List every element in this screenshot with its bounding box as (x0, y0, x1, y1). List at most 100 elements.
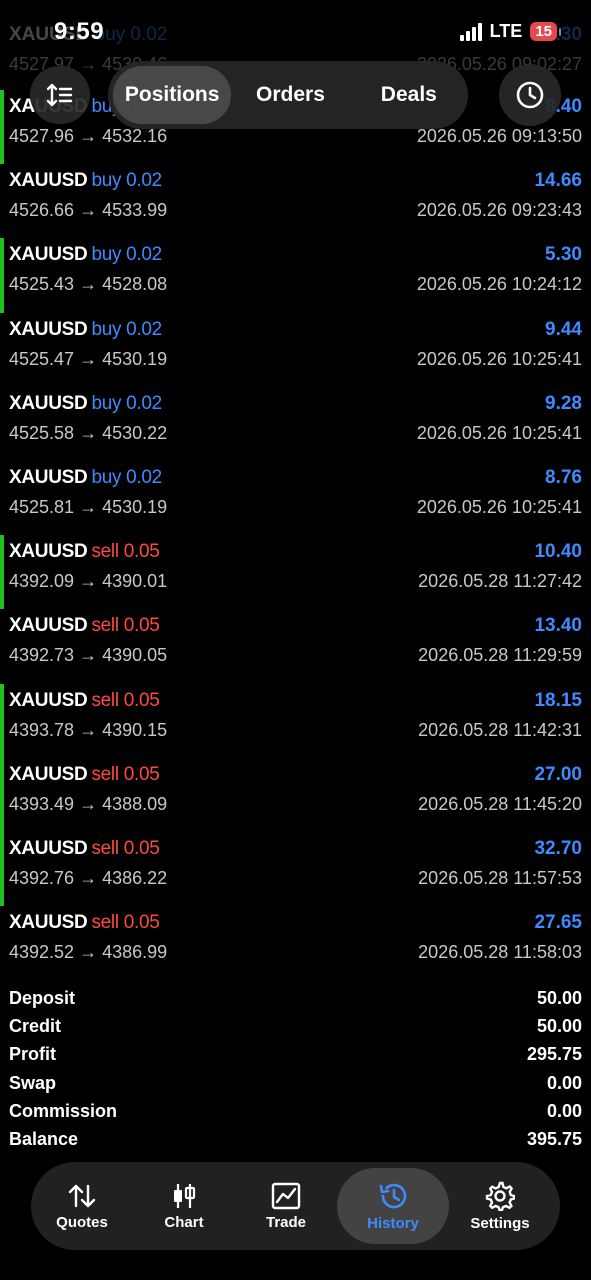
deal-side: buy 0.02 (91, 244, 162, 266)
period-button[interactable] (499, 64, 561, 126)
battery-icon: 15 (530, 22, 561, 41)
deal-date: 2026.05.28 11:42:31 (418, 719, 582, 740)
deal-side: buy 0.02 (91, 170, 162, 192)
nav-history[interactable]: History (337, 1168, 449, 1244)
deal-date: 2026.05.28 11:58:03 (418, 942, 582, 963)
deal-profit: 5.30 (545, 244, 582, 266)
nav-settings[interactable]: Settings (449, 1168, 551, 1244)
deal-prices: 4526.66 → 4533.99 (9, 200, 168, 221)
deal-symbol: XAUUSD (9, 689, 88, 711)
tab-deals[interactable]: Deals (350, 66, 468, 124)
nav-label: Settings (470, 1214, 530, 1232)
deal-row[interactable]: XAUUSD buy 0.02 9.44 4525.47 → 4530.19 2026.… (0, 313, 591, 387)
deal-prices: 4392.09 → 4390.01 (9, 571, 168, 592)
deal-symbol-line: XAUUSDbuy 0.02 (9, 319, 162, 341)
deal-symbol-line: XAUUSD sell 0.05 (9, 615, 160, 637)
tab-orders[interactable]: Orders (231, 66, 349, 124)
summary-row: Credit 50.00 (0, 1014, 591, 1042)
deal-date: 2026.05.26 10:25:41 (416, 348, 582, 369)
deal-row[interactable]: XAUUSD sell 0.05 13.40 4392.73 → 4390.05 202… (0, 609, 591, 683)
deal-prices: 4525.43 → 4528.08 (9, 274, 168, 295)
deal-profit: 27.00 (534, 763, 582, 785)
deal-profit: 27.65 (534, 912, 582, 934)
deal-symbol: XAUUSD (9, 318, 88, 340)
deal-row[interactable]: XAUUSD buy 0.02 8.76 4525.81 → 4530.19 2026.… (0, 461, 591, 535)
deal-date: 2026.05.26 09:13:50 (416, 126, 582, 146)
summary-label: Commission (9, 1100, 118, 1121)
deal-profit: 8.76 (545, 466, 582, 488)
gear-icon (485, 1181, 515, 1211)
summary-label: Profit (9, 1044, 56, 1065)
summary-row: Swap 0.00 (0, 1071, 591, 1099)
deal-side: sell 0.05 (91, 912, 160, 934)
summary-value: 395.75 (526, 1128, 582, 1149)
deal-symbol: XAUUSD (9, 541, 88, 563)
nav-label: Trade (265, 1213, 307, 1231)
summary-value: 50.00 (536, 1016, 582, 1037)
sort-button[interactable] (30, 66, 90, 124)
deal-symbol: XAUUSD (9, 615, 88, 637)
deal-prices: 4527.96 → 4532.16 (9, 126, 168, 146)
account-summary: Deposit 50.00 Credit 50.00 Profit 295.75 Swap 0… (0, 986, 591, 1155)
summary-label: Credit (9, 1016, 62, 1037)
deal-marker (0, 90, 4, 165)
summary-row: Profit 295.75 (0, 1042, 591, 1070)
nav-label: Chart (164, 1213, 204, 1231)
deal-prices: 4525.81 → 4530.19 (9, 496, 168, 517)
deal-symbol-line: XAUUSD sell 0.05 (9, 912, 160, 934)
deal-date: 2026.05.26 09:23:43 (416, 200, 582, 221)
deal-prices: 4525.47 → 4530.19 (9, 348, 168, 369)
summary-value: 0.00 (546, 1100, 582, 1121)
nav-trade[interactable]: Trade (235, 1168, 337, 1244)
deal-row[interactable]: XAUUSD buy 0.02 14.66 4526.66 → 4533.99 2026… (0, 164, 591, 238)
deal-profit: 14.66 (534, 170, 582, 192)
deal-symbol: XAUUSD (9, 392, 88, 414)
deal-profit: 13.40 (534, 615, 582, 637)
deal-side: sell 0.05 (91, 615, 160, 637)
deal-symbol: XAUUSD (9, 170, 88, 192)
nav-label: Quotes (56, 1213, 108, 1231)
deal-row[interactable]: XAUUSD sell 0.05 32.70 4392.76 → 4386.22 202… (0, 831, 591, 907)
deal-prices: 4392.73 → 4390.05 (9, 645, 168, 666)
nav-chart[interactable]: Chart (133, 1168, 235, 1244)
deal-date: 2026.05.26 10:25:41 (416, 422, 582, 443)
deal-side: sell 0.05 (91, 689, 160, 711)
summary-value: 50.00 (536, 988, 582, 1008)
trade-icon (271, 1182, 301, 1209)
status-time: 9:59 (54, 18, 105, 45)
deal-row[interactable]: XAUUSD sell 0.05 27.65 4392.52 → 4386.99 202… (0, 906, 591, 980)
deal-row[interactable]: XAUUSD sell 0.05 18.15 4393.78 → 4390.15 202… (0, 683, 591, 758)
deal-symbol: XAUUSD (9, 912, 88, 934)
deal-profit: 9.28 (545, 392, 582, 414)
status-right: LTE 15 (459, 21, 561, 42)
deal-marker (0, 757, 4, 832)
history-icon (379, 1183, 407, 1208)
network-label: LTE (489, 21, 523, 41)
deal-symbol-line: XAUUSDbuy 0.02 (9, 244, 162, 266)
deal-row[interactable]: XAUUSD buy 0.02 9.28 4525.58 → 4530.22 2026.… (0, 387, 591, 461)
deal-date: 2026.05.28 11:45:20 (418, 793, 582, 814)
deal-row[interactable]: XAUUSD buy 0.02 5.30 4525.43 → 4528.08 2026.… (0, 238, 591, 313)
deal-marker (0, 683, 4, 758)
nav-quotes[interactable]: Quotes (31, 1168, 133, 1244)
signal-icon (459, 22, 482, 41)
deal-row[interactable]: XAUUSD sell 0.05 10.40 4392.09 → 4390.01 202… (0, 535, 591, 610)
history-tabs: Positions Orders Deals (108, 61, 468, 129)
deal-profit: 32.70 (534, 837, 582, 859)
summary-label: Balance (9, 1128, 79, 1149)
summary-label: Deposit (9, 988, 76, 1008)
status-bar: 9:59 LTE 15 (0, 0, 591, 64)
deal-side: sell 0.05 (91, 763, 160, 785)
deal-side: sell 0.05 (91, 541, 160, 563)
deal-date: 2026.05.28 11:27:42 (418, 571, 582, 592)
clock-icon (516, 81, 544, 109)
deal-side: buy 0.02 (91, 466, 162, 488)
deal-list: XAUUSDbuy 0.028.404527.96 → 4532.162026.… (0, 90, 591, 980)
deal-prices: 4393.49 → 4388.09 (9, 793, 168, 814)
tab-positions[interactable]: Positions (113, 66, 232, 124)
deal-prices: 4392.76 → 4386.22 (9, 867, 168, 888)
deal-symbol-line: XAUUSDbuy 0.02 (9, 393, 162, 415)
deal-profit: 18.15 (534, 689, 582, 711)
deal-row[interactable]: XAUUSD sell 0.05 27.00 4393.49 → 4388.09 202… (0, 757, 591, 832)
deal-date: 2026.05.26 10:24:12 (416, 274, 582, 295)
